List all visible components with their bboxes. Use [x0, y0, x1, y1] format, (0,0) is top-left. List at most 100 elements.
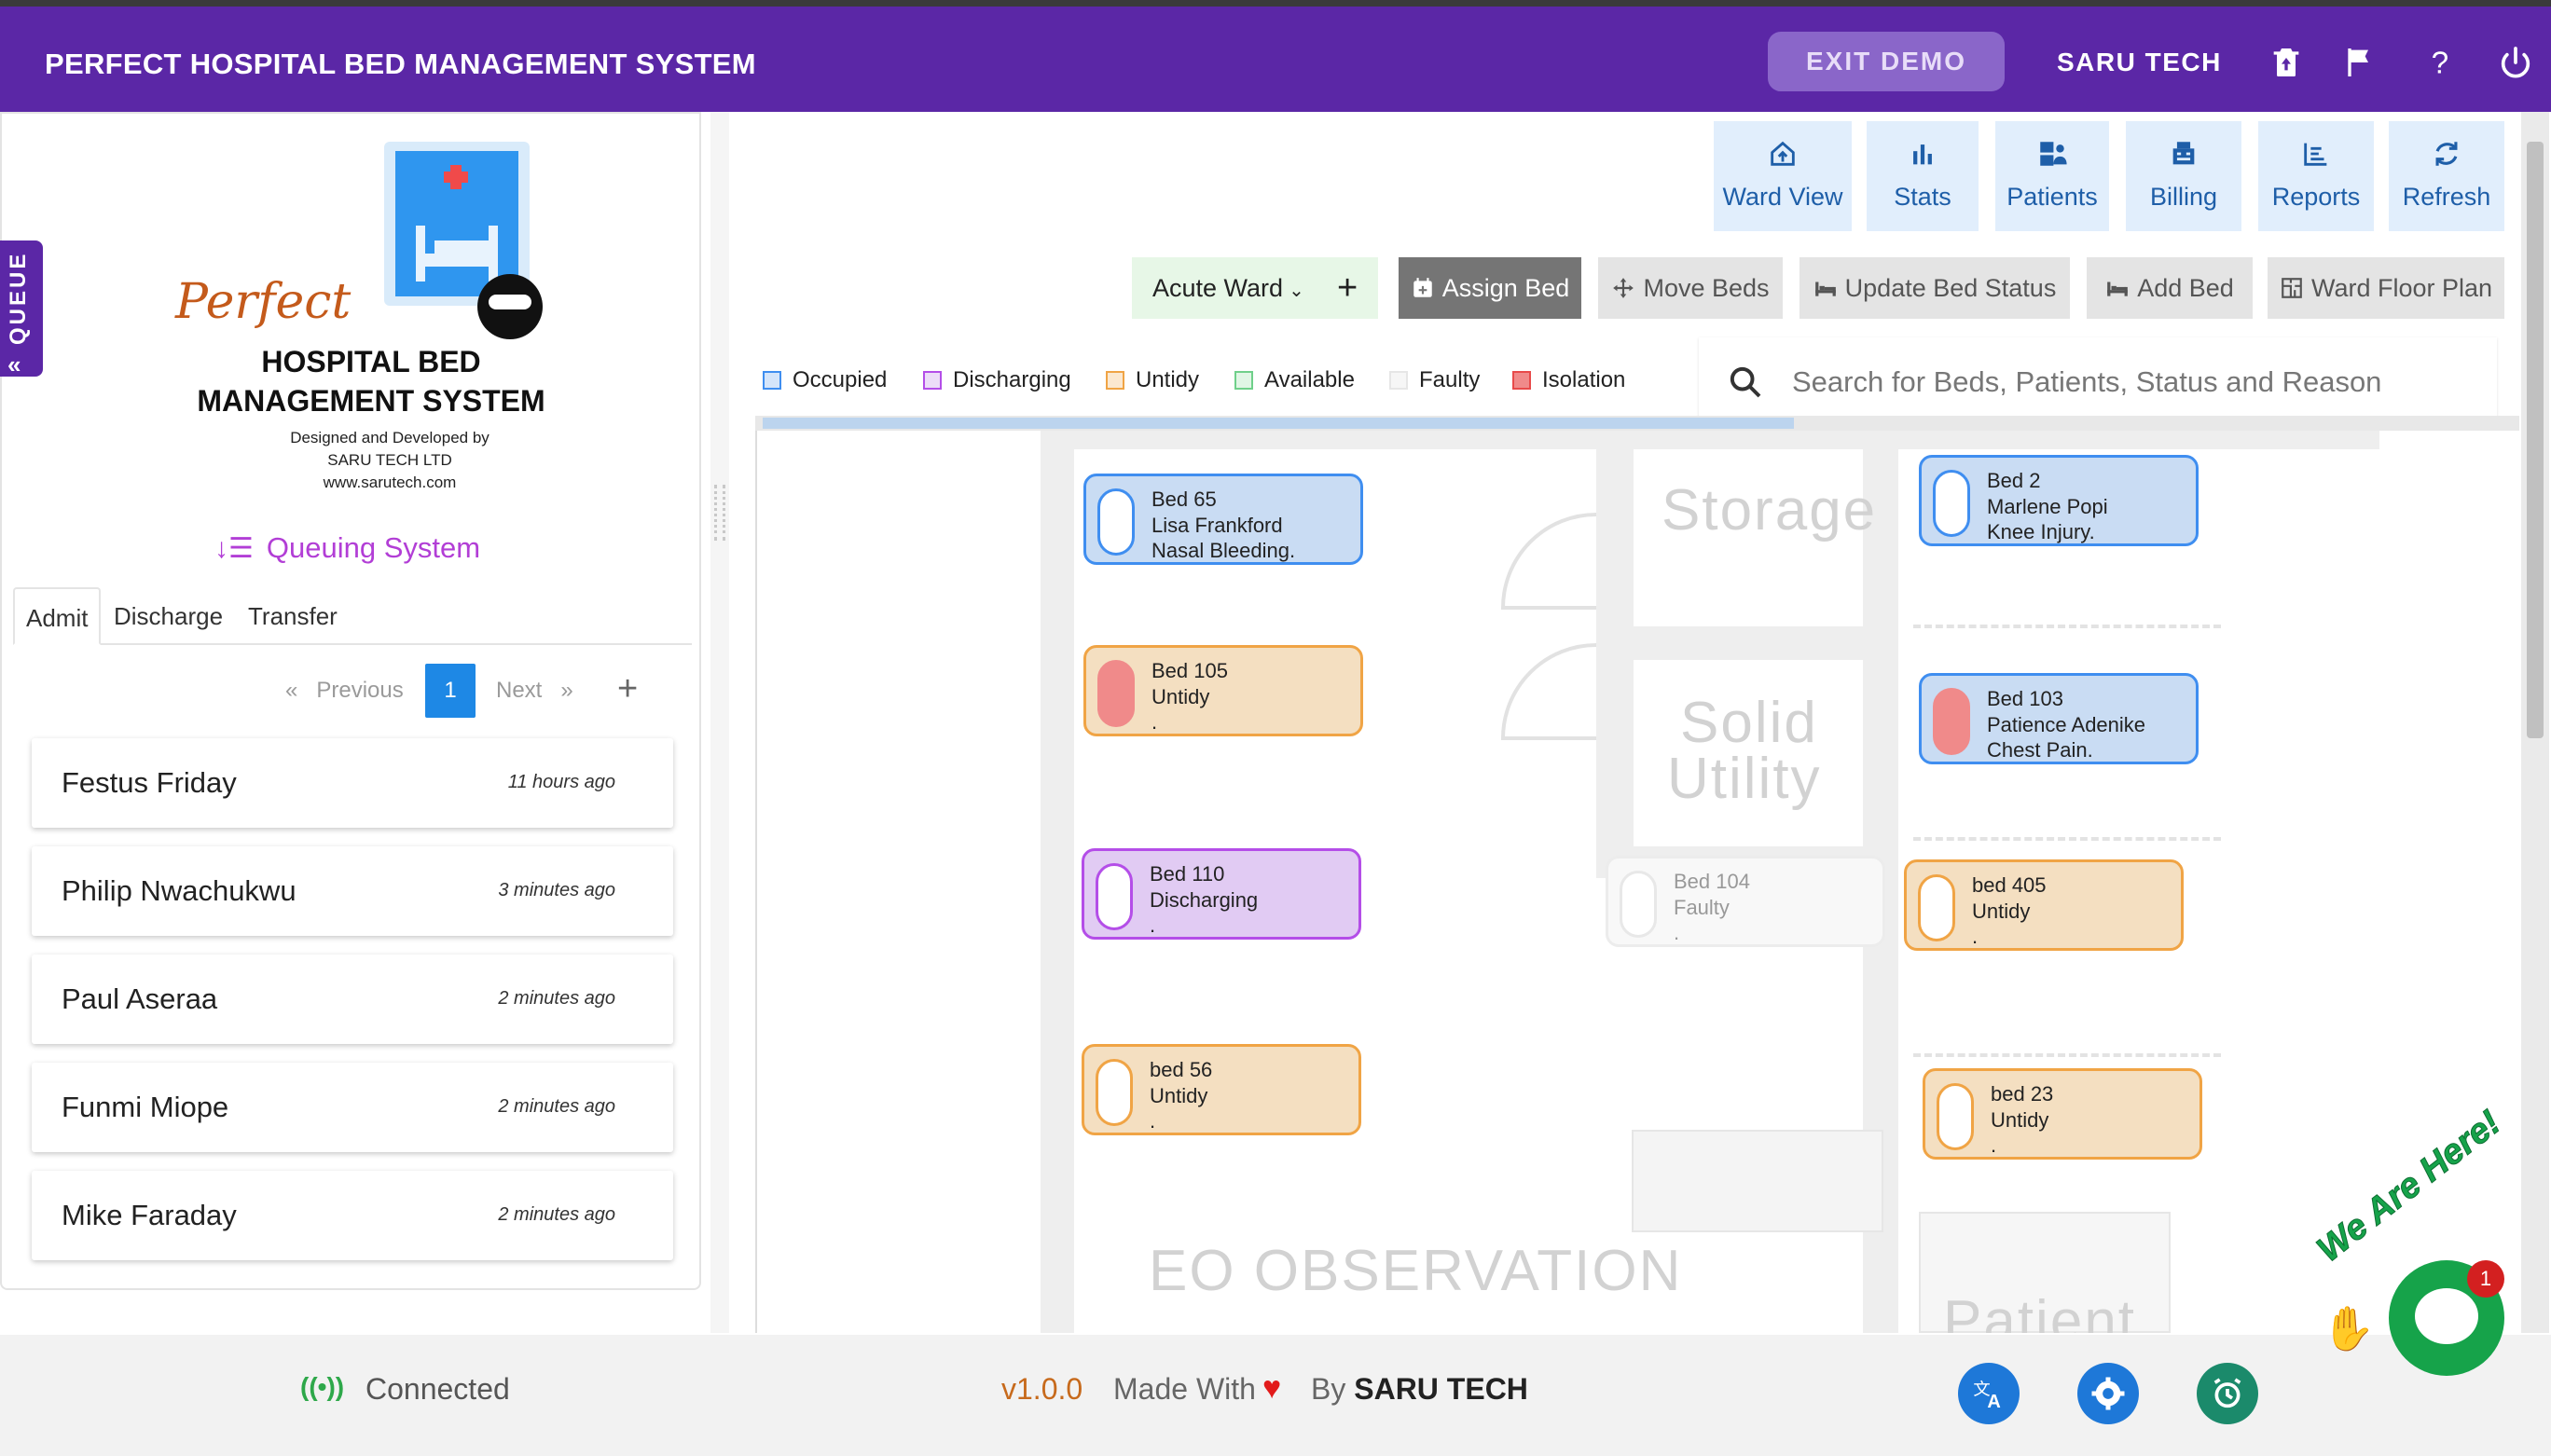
- bed-card[interactable]: Bed 105 Untidy .: [1083, 645, 1363, 736]
- floor-label-utility: Utility: [1667, 747, 1822, 811]
- bed-card[interactable]: bed 56 Untidy .: [1082, 1044, 1361, 1135]
- assign-bed-button[interactable]: Assign Bed: [1399, 257, 1581, 319]
- settings-button[interactable]: [2077, 1363, 2139, 1424]
- door-swing: [1500, 513, 1597, 740]
- tab-admit[interactable]: Admit: [13, 587, 102, 645]
- add-bed-button[interactable]: Add Bed: [2087, 257, 2253, 319]
- bed-card[interactable]: bed 23 Untidy .: [1923, 1068, 2202, 1160]
- logo-line2: MANAGEMENT SYSTEM: [197, 384, 545, 418]
- app-version: v1.0.0: [1001, 1372, 1083, 1406]
- pager-previous[interactable]: « Previous: [285, 664, 404, 718]
- update-bed-status-button[interactable]: Update Bed Status: [1799, 257, 2070, 319]
- company-link[interactable]: SARU TECH: [2057, 48, 2222, 77]
- floor-wall: [1596, 626, 1876, 660]
- alarm-clock-icon: [2213, 1378, 2241, 1408]
- search-input[interactable]: [1792, 360, 2407, 405]
- floor-label-patient: Patient: [1943, 1289, 2137, 1333]
- billing-button[interactable]: Billing: [2126, 121, 2241, 231]
- logo-company: SARU TECH LTD: [327, 451, 452, 469]
- legend-faulty: Faulty: [1389, 365, 1480, 395]
- ward-view-button[interactable]: Ward View: [1714, 121, 1852, 231]
- double-chevron-left-icon: «: [7, 350, 21, 378]
- wifi-signal-icon: ((•)): [300, 1372, 345, 1401]
- reports-button[interactable]: Reports: [2258, 121, 2374, 231]
- bed-icon: [1814, 282, 1836, 296]
- connection-status: Connected: [365, 1372, 510, 1406]
- delete-icon[interactable]: [2268, 44, 2305, 81]
- made-by-text: By SARU TECH: [1311, 1372, 1528, 1406]
- made-with-text: Made With: [1113, 1372, 1256, 1406]
- search-icon: [1727, 364, 1764, 401]
- floor-horizontal-scrollbar[interactable]: [755, 416, 2519, 431]
- translate-icon: 文A: [1973, 1380, 2000, 1412]
- queue-item-name: Festus Friday: [62, 766, 237, 799]
- help-icon[interactable]: ?: [2420, 44, 2458, 81]
- bed-card[interactable]: bed 405 Untidy .: [1904, 859, 2184, 951]
- queue-item[interactable]: Festus Friday 11 hours ago: [32, 738, 673, 828]
- bed-card[interactable]: Bed 2 Marlene Popi Knee Injury.: [1919, 455, 2199, 546]
- bed-status-pill: [1097, 660, 1135, 727]
- panel-resizer[interactable]: [710, 112, 729, 1333]
- svg-text:A: A: [1987, 1392, 2000, 1412]
- power-icon[interactable]: [2497, 44, 2534, 81]
- stats-button[interactable]: Stats: [1867, 121, 1979, 231]
- sort-icon: ↓☰: [214, 533, 254, 564]
- waving-hand-icon: ✋: [2322, 1304, 2376, 1353]
- tab-transfer[interactable]: Transfer: [237, 587, 349, 645]
- reports-icon: [2258, 138, 2374, 173]
- queue-item-name: Philip Nwachukwu: [62, 874, 296, 907]
- move-icon: [1613, 278, 1634, 298]
- ward-floor-plan-button[interactable]: Ward Floor Plan: [2268, 257, 2504, 319]
- bed-status-pill: [1933, 470, 1970, 537]
- floor-plan-icon: [2282, 278, 2302, 298]
- legend-available: Available: [1234, 365, 1355, 395]
- bed-card[interactable]: Bed 104 Faulty .: [1606, 856, 1885, 947]
- logo-designed: Designed and Developed by: [290, 429, 490, 446]
- floor-vertical-scrollbar[interactable]: [2521, 112, 2549, 1333]
- floor-wall: [1041, 431, 1074, 1333]
- bar-chart-icon: [1867, 138, 1979, 173]
- bed-card[interactable]: Bed 110 Discharging .: [1082, 848, 1361, 940]
- floor-wall: [1074, 431, 2379, 449]
- legend-isolation: Isolation: [1512, 365, 1625, 395]
- app-footer: ((•)) Connected v1.0.0 Made With ♥ By SA…: [0, 1335, 2551, 1456]
- floor-dash-line: [1913, 1053, 2221, 1057]
- floor-label-storage: Storage: [1662, 478, 1878, 543]
- queue-tabs: Admit Discharge Transfer: [13, 587, 692, 645]
- chevron-down-icon: ⌄: [1289, 281, 1304, 301]
- flag-icon[interactable]: [2340, 44, 2378, 81]
- legend-discharging: Discharging: [923, 365, 1071, 395]
- queue-item[interactable]: Funmi Miope 2 minutes ago: [32, 1063, 673, 1152]
- queue-item[interactable]: Philip Nwachukwu 3 minutes ago: [32, 846, 673, 936]
- bed-card[interactable]: Bed 65 Lisa Frankford Nasal Bleeding.: [1083, 474, 1363, 565]
- bed-card[interactable]: Bed 103 Patience Adenike Chest Pain.: [1919, 673, 2199, 764]
- calendar-plus-icon: [1413, 278, 1432, 297]
- queue-item-time: 2 minutes ago: [498, 1204, 615, 1225]
- bed-status-pill: [1096, 863, 1133, 930]
- alarm-button[interactable]: [2197, 1363, 2258, 1424]
- move-beds-button[interactable]: Move Beds: [1598, 257, 1783, 319]
- bed-status-pill: [1937, 1083, 1974, 1150]
- queue-item[interactable]: Mike Faraday 2 minutes ago: [32, 1171, 673, 1260]
- refresh-button[interactable]: Refresh: [2389, 121, 2504, 231]
- ninja-mascot-icon: [477, 274, 543, 339]
- queue-item[interactable]: Paul Aseraa 2 minutes ago: [32, 955, 673, 1044]
- add-ward-button[interactable]: +: [1337, 257, 1358, 319]
- queue-item-name: Funmi Miope: [62, 1091, 229, 1123]
- queue-toggle-tab[interactable]: QUEUE «: [0, 240, 43, 378]
- add-queue-button[interactable]: +: [617, 664, 638, 714]
- floor-fixture: [1632, 1130, 1883, 1232]
- translate-button[interactable]: 文A: [1958, 1363, 2020, 1424]
- pager-current-page[interactable]: 1: [425, 664, 476, 718]
- billing-icon: [2126, 138, 2241, 173]
- patients-icon: [1995, 138, 2109, 173]
- tab-discharge[interactable]: Discharge: [103, 587, 234, 645]
- queue-item-name: Paul Aseraa: [62, 982, 218, 1015]
- queue-panel: Perfect HOSPITAL BED MANAGEMENT SYSTEM D…: [0, 112, 701, 1290]
- bed-status-pill: [1918, 874, 1955, 941]
- pager-next[interactable]: Next »: [496, 664, 573, 718]
- search-box: [1699, 337, 2497, 427]
- queuing-title: ↓☰ Queuing System: [214, 531, 481, 564]
- patients-button[interactable]: Patients: [1995, 121, 2109, 231]
- exit-demo-button[interactable]: EXIT DEMO: [1768, 32, 2005, 91]
